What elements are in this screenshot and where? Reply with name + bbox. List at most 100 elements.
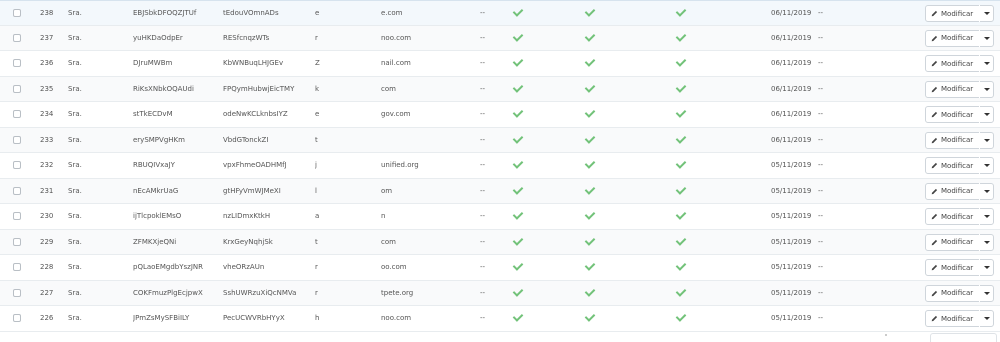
row-select-checkbox[interactable] [13,237,21,246]
row-select-checkbox[interactable] [13,263,21,272]
enabled-status[interactable] [675,26,687,51]
dropdown-caret-icon[interactable] [984,164,991,167]
newsletter-status[interactable] [512,204,524,229]
enabled-status[interactable] [675,1,687,25]
row-select-checkbox-cell[interactable] [13,204,25,229]
dropdown-caret-icon[interactable] [984,138,991,142]
row-select-checkbox[interactable] [13,110,21,119]
optin-status[interactable] [584,179,596,204]
modify-button[interactable]: Modificar [925,208,994,225]
row-select-checkbox-cell[interactable] [13,51,25,76]
dropdown-caret-icon[interactable] [984,87,991,91]
enabled-status[interactable] [675,281,687,306]
modify-button[interactable]: Modificar [925,106,994,123]
dropdown-caret-icon[interactable] [984,36,991,40]
optin-status[interactable] [584,51,596,76]
row-select-checkbox-cell[interactable] [13,77,25,102]
modify-button[interactable]: Modificar [925,157,994,174]
enabled-status[interactable] [675,204,687,229]
dropdown-caret-icon[interactable] [984,189,991,193]
modify-button[interactable]: Modificar [925,259,994,276]
row-select-checkbox[interactable] [13,161,21,170]
modify-button[interactable]: Modificar [925,5,994,22]
enabled-status[interactable] [675,306,687,331]
row-select-checkbox[interactable] [13,8,21,17]
newsletter-status[interactable] [512,77,524,102]
enabled-status[interactable] [675,255,687,280]
optin-status[interactable] [584,255,596,280]
row-select-checkbox-cell[interactable] [13,255,25,280]
row-select-checkbox-cell[interactable] [13,230,25,255]
optin-status[interactable] [584,204,596,229]
table-row[interactable]: 235 Sra. RiKsXNbkOQAUdi FPQymHubwjEicTMY… [0,76,1000,102]
row-select-checkbox-cell[interactable] [13,1,25,25]
table-row[interactable]: 236 Sra. DJruMWBm KbWNBuqLHJGEv Znail.co… [0,51,1000,77]
table-row[interactable]: 232 Sra. RBUQIVxaJY vpxFhmeOADHMfJ j unif… [0,153,1000,179]
newsletter-status[interactable] [512,26,524,51]
table-row[interactable]: 230 Sra. ijTlcpoklEMsO nzLIDmxKtkH an --… [0,204,1000,230]
enabled-status[interactable] [675,230,687,255]
table-row[interactable]: 238 Sra. EBJSbkDFOQZJTUf tEdouVOmnADs ee… [0,0,1000,26]
table-row[interactable]: 231 Sra. nEcAMkrUaG gtHFyVmWJMeXI l om --… [0,178,1000,204]
modify-button[interactable]: Modificar [925,284,994,302]
table-row[interactable]: 237 Sra. yuHKDaOdpEr RESfcnqzWTs r noo.co… [0,25,1000,51]
optin-status[interactable] [584,26,596,51]
modify-button[interactable]: Modificar [925,182,994,200]
newsletter-status[interactable] [512,230,524,255]
dropdown-caret-icon[interactable] [984,317,991,320]
modify-button[interactable]: Modificar [925,55,994,72]
row-select-checkbox-cell[interactable] [13,153,25,178]
enabled-status[interactable] [675,153,687,178]
dropdown-caret-icon[interactable] [984,215,991,218]
enabled-status[interactable] [675,77,687,102]
modify-button[interactable]: Modificar [925,233,994,251]
optin-status[interactable] [584,306,596,331]
dropdown-caret-icon[interactable] [984,291,991,295]
optin-status[interactable] [584,153,596,178]
dropdown-caret-icon[interactable] [984,12,991,15]
table-row[interactable]: 226 Sra. JPmZsMySFBiILY PecUCWVRbHYyX h n… [0,306,1000,332]
dropdown-caret-icon[interactable] [984,62,991,65]
row-select-checkbox-cell[interactable] [13,281,25,306]
dropdown-caret-icon[interactable] [984,113,991,116]
row-select-checkbox-cell[interactable] [13,26,25,51]
newsletter-status[interactable] [512,179,524,204]
newsletter-status[interactable] [512,51,524,76]
row-select-checkbox[interactable] [13,314,21,323]
newsletter-status[interactable] [512,1,524,25]
newsletter-status[interactable] [512,128,524,153]
enabled-status[interactable] [675,179,687,204]
row-select-checkbox[interactable] [13,59,21,68]
table-row[interactable]: 228 Sra. pQLaoEMgdbYszJNR vheORzAUn r oo.… [0,255,1000,281]
table-row[interactable]: 227 Sra. COKFmuzPlgEcjpwX SshUWRzuXiQcNM… [0,280,1000,306]
table-row[interactable]: 229 Sra. ZFMKXjeQNi KrxGeyNqhjSk t com --… [0,229,1000,255]
modify-button[interactable]: Modificar [925,131,994,149]
modify-button[interactable]: Modificar [925,80,994,98]
newsletter-status[interactable] [512,255,524,280]
dropdown-caret-icon[interactable] [984,266,991,269]
newsletter-status[interactable] [512,153,524,178]
optin-status[interactable] [584,281,596,306]
row-select-checkbox[interactable] [13,135,21,144]
optin-status[interactable] [584,128,596,153]
row-select-checkbox[interactable] [13,186,21,195]
table-row[interactable]: 234 Sra. stTkECDvM odeNwKCLknbsIYZ e gov.… [0,102,1000,128]
modify-button[interactable]: Modificar [925,29,994,47]
row-select-checkbox-cell[interactable] [13,306,25,331]
row-select-checkbox[interactable] [13,33,21,42]
optin-status[interactable] [584,102,596,127]
dropdown-caret-icon[interactable] [984,240,991,244]
enabled-status[interactable] [675,102,687,127]
optin-status[interactable] [584,230,596,255]
row-select-checkbox-cell[interactable] [13,179,25,204]
row-select-checkbox[interactable] [13,288,21,297]
newsletter-status[interactable] [512,102,524,127]
modify-button[interactable]: Modificar [925,310,994,327]
row-select-checkbox-cell[interactable] [13,128,25,153]
row-select-checkbox-cell[interactable] [13,102,25,127]
row-select-checkbox[interactable] [13,212,21,221]
optin-status[interactable] [584,1,596,25]
row-select-checkbox[interactable] [13,84,21,93]
table-row[interactable]: 233 Sra. erySMPVgHKm VbdGTonckZI t -- 06… [0,127,1000,153]
newsletter-status[interactable] [512,306,524,331]
